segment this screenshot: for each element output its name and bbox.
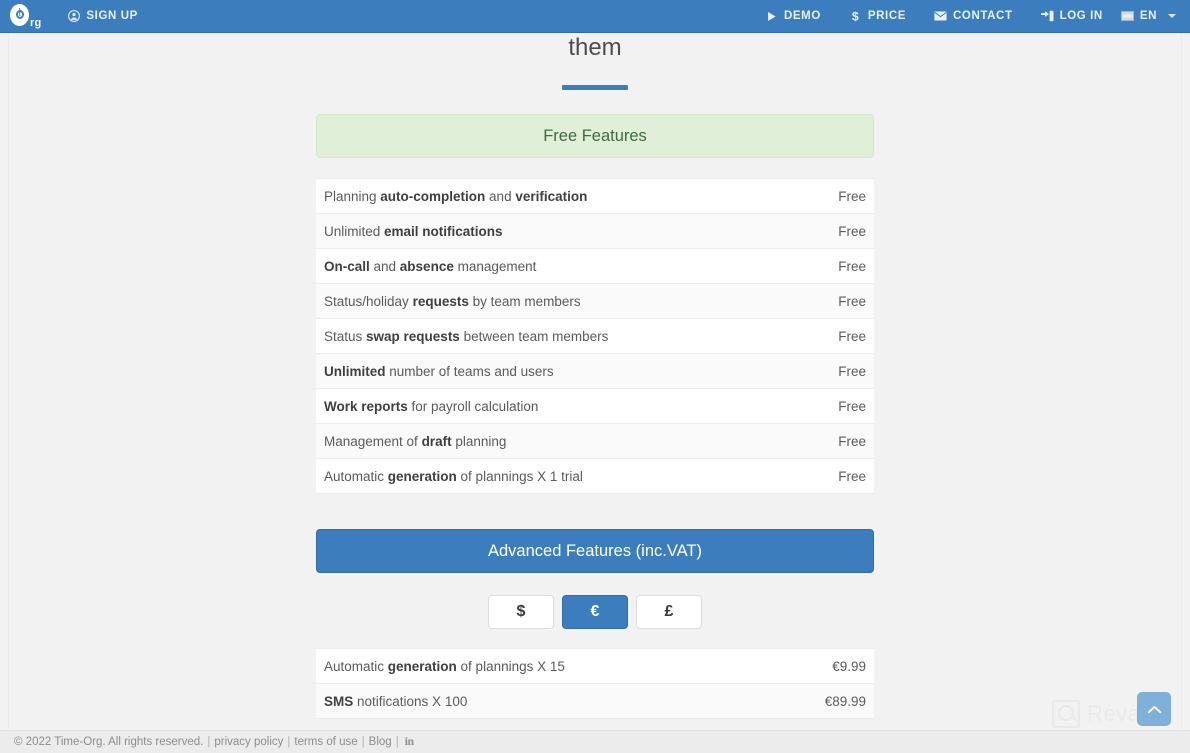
chevron-up-icon [1147,705,1162,714]
login-icon [1040,10,1054,23]
footer-separator: | [207,736,211,748]
footer-separator: | [287,736,291,748]
nav-item-contact-label: CONTACT [953,10,1013,22]
pricing-panels: Free Features Planning auto-completion a… [316,90,874,719]
feature-label: Automatic generation of plannings X 1 tr… [316,458,748,494]
nav-item-price-label: PRICE [867,10,907,22]
top-navbar: rg SIGN UP DEMO $ PRICE CONTACT LOG IN E… [0,0,1190,33]
chevron-down-icon [1168,14,1176,18]
free-features-header: Free Features [316,114,874,158]
feature-label: Status/holiday requests by team members [316,283,748,319]
page-container: them Free Features Planning auto-complet… [8,33,1182,731]
feature-price: Free [748,248,874,284]
navbar-right-group: DEMO $ PRICE CONTACT LOG IN EN [751,0,1190,33]
advanced-features-header: Advanced Features (inc.VAT) [316,529,874,573]
feature-price: Free [748,353,874,389]
nav-item-sign-up-label: SIGN UP [86,10,138,22]
table-row: SMS notifications X 100 €89.99 [316,683,874,719]
nav-item-log-in-label: LOG IN [1059,10,1103,22]
feature-price: Free [748,318,874,354]
free-features-title: Free Features [543,126,647,145]
table-row: Planning auto-completion and verificatio… [316,178,874,214]
flag-icon [1120,11,1134,21]
table-row: Unlimited email notifications Free [316,213,874,249]
nav-item-demo-label: DEMO [783,10,821,22]
table-row: On-call and absence management Free [316,248,874,284]
currency-selector-group: $ € £ [316,595,874,629]
advanced-features-title: Advanced Features (inc.VAT) [488,541,702,560]
advanced-features-table: Automatic generation of plannings X 15 €… [316,648,874,719]
nav-item-log-in[interactable]: LOG IN [1027,0,1117,33]
svg-text:$: $ [852,10,859,23]
currency-button-eur[interactable]: € [562,595,628,629]
currency-button-gbp[interactable]: £ [636,595,702,629]
feature-label: Status swap requests between team member… [316,318,748,354]
currency-button-gbp-label: £ [664,603,674,620]
feature-price: Free [748,283,874,319]
footer-link-terms-of-use[interactable]: terms of use [294,736,357,748]
feature-label: On-call and absence management [316,248,748,284]
linkedin-icon[interactable]: in [405,736,414,748]
table-row: Automatic generation of plannings X 1 tr… [316,458,874,494]
feature-label: Planning auto-completion and verificatio… [316,178,748,214]
footer-separator: | [395,736,399,748]
feature-label: Automatic generation of plannings X 15 [316,648,748,684]
table-row: Status/holiday requests by team members … [316,283,874,319]
feature-price: €89.99 [748,683,874,719]
table-row: Management of draft planning Free [316,423,874,459]
feature-price: Free [748,213,874,249]
navbar-left-group: rg SIGN UP [0,0,751,33]
table-row: Status swap requests between team member… [316,318,874,354]
footer-link-privacy-policy[interactable]: privacy policy [214,736,283,748]
dollar-icon: $ [849,10,862,23]
feature-label: Work reports for payroll calculation [316,388,748,424]
site-logo[interactable]: rg [0,3,53,29]
free-features-table: Planning auto-completion and verificatio… [316,178,874,494]
feature-label: Unlimited email notifications [316,213,748,249]
footer-separator: | [361,736,365,748]
user-circle-icon [67,10,80,23]
currency-button-usd-label: $ [516,603,526,620]
table-row: Unlimited number of teams and users Free [316,353,874,389]
language-selector[interactable]: EN [1117,0,1176,33]
feature-price: Free [748,458,874,494]
nav-item-contact[interactable]: CONTACT [920,0,1027,33]
page-footer: © 2022 Time-Org. All rights reserved. | … [0,730,1190,753]
footer-link-blog[interactable]: Blog [369,736,392,748]
feature-price: Free [748,388,874,424]
nav-item-sign-up[interactable]: SIGN UP [53,0,152,33]
feature-price: Free [748,178,874,214]
page-title-tail: them [568,34,622,61]
table-row: Work reports for payroll calculation Fre… [316,388,874,424]
table-row: Automatic generation of plannings X 15 €… [316,648,874,684]
clock-logo-icon [10,3,29,26]
feature-label: Unlimited number of teams and users [316,353,748,389]
feature-label: SMS notifications X 100 [316,683,748,719]
language-selector-label: EN [1139,10,1157,22]
advanced-features-rows: Automatic generation of plannings X 15 €… [316,648,874,719]
play-icon [765,10,778,23]
envelope-icon [934,10,947,23]
feature-label: Management of draft planning [316,423,748,459]
nav-item-price[interactable]: $ PRICE [835,0,920,33]
footer-content: © 2022 Time-Org. All rights reserved. | … [0,736,414,748]
feature-price: €9.99 [748,648,874,684]
feature-price: Free [748,423,874,459]
currency-button-usd[interactable]: $ [488,595,554,629]
scroll-to-top-button[interactable] [1137,692,1171,726]
currency-button-eur-label: € [590,603,600,620]
free-features-rows: Planning auto-completion and verificatio… [316,178,874,494]
footer-copyright: © 2022 Time-Org. All rights reserved. [14,736,204,748]
logo-suffix-text: rg [30,16,42,29]
nav-item-demo[interactable]: DEMO [751,0,835,33]
